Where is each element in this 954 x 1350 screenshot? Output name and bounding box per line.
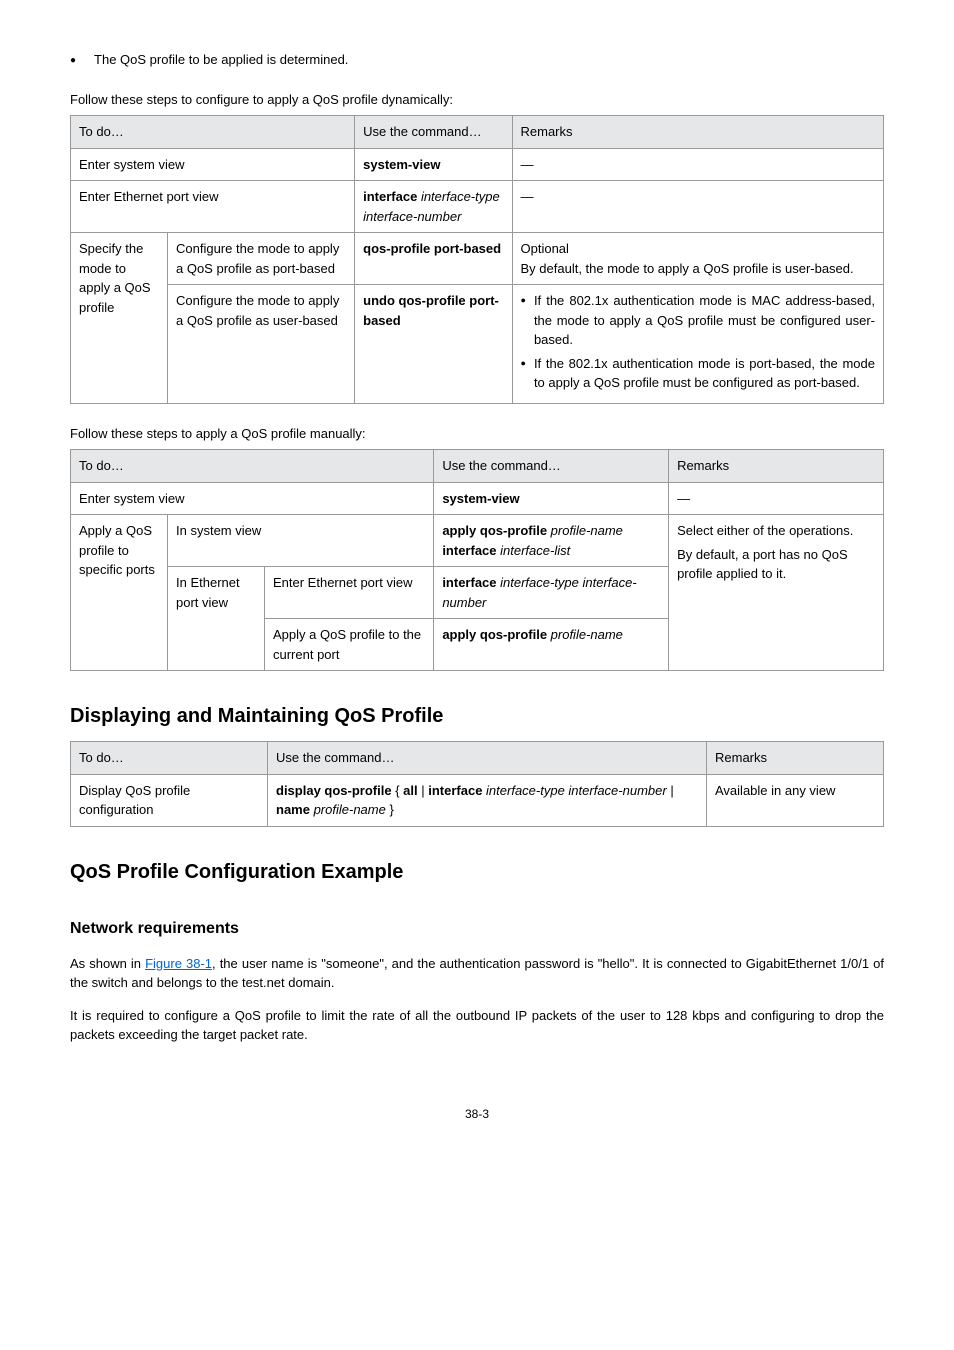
cell: apply qos-profile profile-name	[434, 619, 669, 671]
cell: display qos-profile { all | interface in…	[268, 774, 707, 826]
cmd-text: system-view	[363, 157, 440, 172]
cell: apply qos-profile profile-name interface…	[434, 515, 669, 567]
sep: |	[418, 783, 429, 798]
heading-example: QoS Profile Configuration Example	[70, 857, 884, 887]
cell: Display QoS profile configuration	[71, 774, 268, 826]
brace: }	[386, 802, 394, 817]
cell: qos-profile port-based	[355, 233, 512, 285]
remark-text: If the 802.1x authentication mode is por…	[534, 354, 875, 393]
heading-network-req: Network requirements	[70, 917, 884, 941]
cmd-arg: profile-name	[551, 627, 623, 642]
bullet-icon: ●	[521, 357, 526, 371]
cell: Enter Ethernet port view	[265, 567, 434, 619]
th-command: Use the command…	[355, 116, 512, 149]
table-header-row: To do… Use the command… Remarks	[71, 450, 884, 483]
cmd-text: apply qos-profile	[442, 523, 550, 538]
cell: —	[669, 482, 884, 515]
cell: interface interface-type interface-numbe…	[355, 181, 512, 233]
table-header-row: To do… Use the command… Remarks	[71, 116, 884, 149]
remark-text: If the 802.1x authentication mode is MAC…	[534, 291, 875, 350]
remark-bullet: ● If the 802.1x authentication mode is p…	[521, 354, 876, 393]
th-command: Use the command…	[434, 450, 669, 483]
cell: Apply a QoS profile to the current port	[265, 619, 434, 671]
table-header-row: To do… Use the command… Remarks	[71, 742, 884, 775]
cell-group: Apply a QoS profile to specific ports	[71, 515, 168, 671]
table-manual: To do… Use the command… Remarks Enter sy…	[70, 449, 884, 671]
table-row: Apply a QoS profile to specific ports In…	[71, 515, 884, 567]
table-dynamic: To do… Use the command… Remarks Enter sy…	[70, 115, 884, 404]
th-remarks: Remarks	[669, 450, 884, 483]
cmd-text: apply qos-profile	[442, 627, 550, 642]
th-todo: To do…	[71, 116, 355, 149]
th-todo: To do…	[71, 742, 268, 775]
cell: Select either of the operations. By defa…	[669, 515, 884, 671]
cmd-text: display qos-profile	[276, 783, 392, 798]
table-row: Enter system view system-view —	[71, 148, 884, 181]
lead-text-1: Follow these steps to configure to apply…	[70, 90, 884, 110]
cmd-text: interface	[442, 575, 500, 590]
remark-line: Optional	[521, 239, 876, 259]
cmd-arg: profile-name	[551, 523, 623, 538]
table-row: Display QoS profile configuration displa…	[71, 774, 884, 826]
lead-text-2: Follow these steps to apply a QoS profil…	[70, 424, 884, 444]
brace: {	[392, 783, 404, 798]
cell-subgroup: In Ethernet port view	[168, 567, 265, 671]
remark-bullet: ● If the 802.1x authentication mode is M…	[521, 291, 876, 350]
table-row: Enter system view system-view —	[71, 482, 884, 515]
paragraph-1: As shown in Figure 38-1, the user name i…	[70, 954, 884, 993]
cell: —	[512, 181, 884, 233]
cell: Configure the mode to apply a QoS profil…	[168, 285, 355, 404]
cmd-text: interface	[363, 189, 421, 204]
cell: Enter Ethernet port view	[71, 181, 355, 233]
cmd-text: name	[276, 802, 314, 817]
table-row: Specify the mode to apply a QoS profile …	[71, 233, 884, 285]
th-remarks: Remarks	[707, 742, 884, 775]
figure-link[interactable]: Figure 38-1	[145, 956, 212, 971]
remark-line: By default, the mode to apply a QoS prof…	[521, 259, 876, 279]
cell: Configure the mode to apply a QoS profil…	[168, 233, 355, 285]
cmd-text: interface	[442, 543, 500, 558]
cmd-text: all	[403, 783, 417, 798]
heading-display-maintain: Displaying and Maintaining QoS Profile	[70, 701, 884, 731]
cell: —	[512, 148, 884, 181]
sep: |	[667, 783, 674, 798]
th-todo: To do…	[71, 450, 434, 483]
paragraph-2: It is required to configure a QoS profil…	[70, 1006, 884, 1045]
bullet-icon: ●	[521, 294, 526, 308]
bullet-icon: ●	[70, 53, 76, 68]
cmd-arg: profile-name	[314, 802, 386, 817]
cell: system-view	[434, 482, 669, 515]
cmd-arg: interface-type interface-number	[486, 783, 667, 798]
top-bullet: ● The QoS profile to be applied is deter…	[70, 50, 884, 70]
table-row: Enter Ethernet port view interface inter…	[71, 181, 884, 233]
cell: Available in any view	[707, 774, 884, 826]
remark-line: By default, a port has no QoS profile ap…	[677, 545, 875, 584]
cell: system-view	[355, 148, 512, 181]
para1-a: As shown in	[70, 956, 145, 971]
cell: In system view	[168, 515, 434, 567]
page-number: 38-3	[70, 1105, 884, 1123]
cell: Enter system view	[71, 482, 434, 515]
cell: Optional By default, the mode to apply a…	[512, 233, 884, 285]
cmd-text: undo qos-profile port-based	[363, 293, 499, 328]
remark-line: Select either of the operations.	[677, 521, 875, 541]
top-bullet-text: The QoS profile to be applied is determi…	[94, 50, 348, 70]
cmd-text: system-view	[442, 491, 519, 506]
cmd-arg: interface-list	[500, 543, 570, 558]
th-remarks: Remarks	[512, 116, 884, 149]
cmd-text: qos-profile port-based	[363, 241, 501, 256]
table-display: To do… Use the command… Remarks Display …	[70, 741, 884, 827]
cell-group: Specify the mode to apply a QoS profile	[71, 233, 168, 404]
cmd-text: interface	[428, 783, 486, 798]
cell: undo qos-profile port-based	[355, 285, 512, 404]
cell: ● If the 802.1x authentication mode is M…	[512, 285, 884, 404]
cell: Enter system view	[71, 148, 355, 181]
table-row: Configure the mode to apply a QoS profil…	[71, 285, 884, 404]
cell: interface interface-type interface-numbe…	[434, 567, 669, 619]
th-command: Use the command…	[268, 742, 707, 775]
